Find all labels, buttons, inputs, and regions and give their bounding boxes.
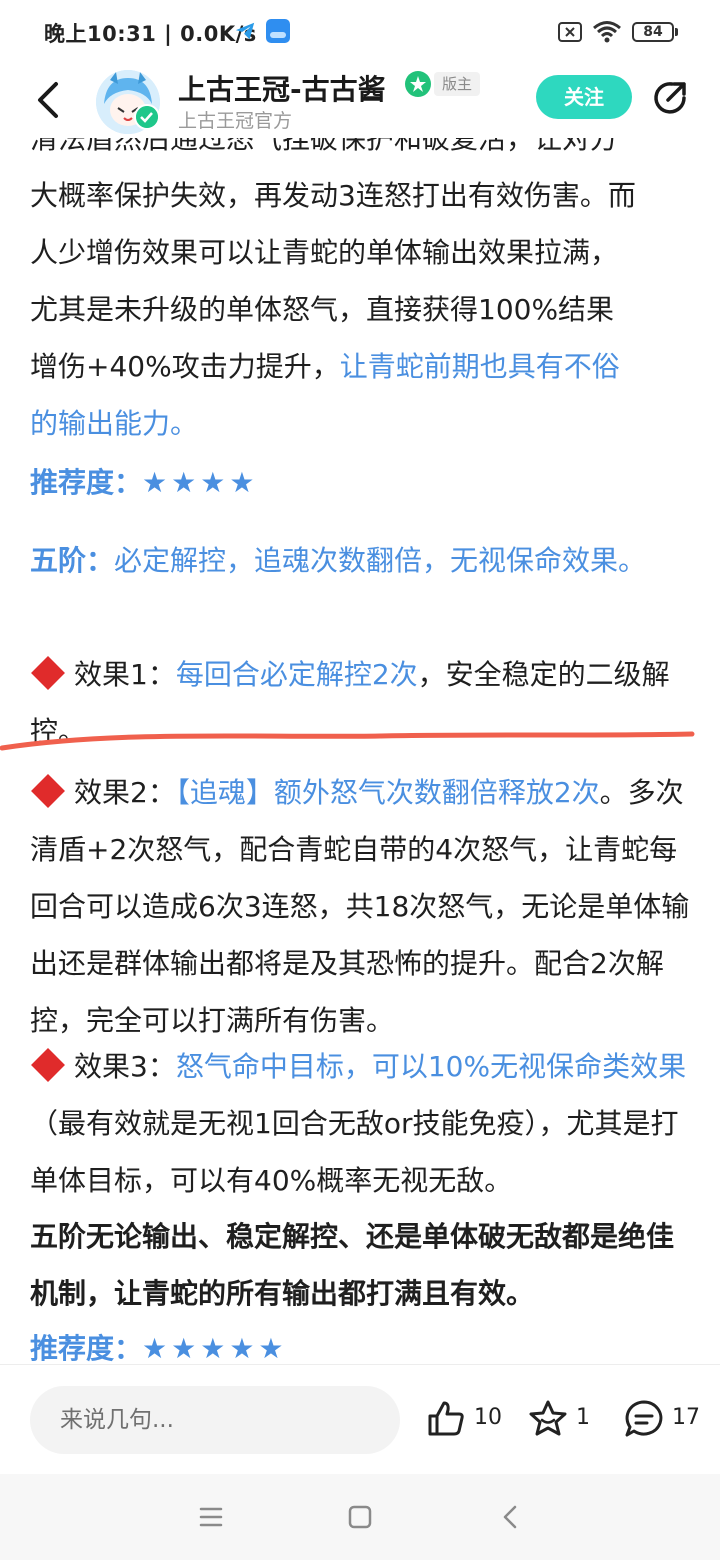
article-body: 清法盾然后通过怒气挂破保护和破复活，让对方 大概率保护失效，再发动3连怒打出有效… [0,138,720,1364]
recommend-label: 推荐度： [30,466,143,499]
rating-stars: ★★★★★ [142,1332,288,1364]
wifi-icon [593,21,621,43]
text-line: 增伤+40%攻击力提升， [30,350,340,383]
tier5-label: 五阶： [30,544,115,577]
follow-button[interactable]: 关注 [536,75,632,119]
comment-placeholder: 来说几句... [60,1407,174,1433]
verified-badge-icon [134,104,160,130]
recommend-label: 推荐度： [30,1332,143,1364]
status-bar: 晚上10:31 | 0.0K/s 84 [0,0,720,66]
system-nav-bar [0,1474,720,1560]
post-header: 上古王冠-古古酱 版主 上古王冠官方 关注 [0,66,720,138]
like-count: 10 [474,1405,502,1430]
recommend-rating: 推荐度：★★★★ [30,454,696,511]
article-paragraph: 清法盾然后通过怒气挂破保护和破复活，让对方 大概率保护失效，再发动3连怒打出有效… [30,138,696,452]
app-notification-icon [266,19,290,43]
text-line: 大概率保护失效，再发动3连怒打出有效伤害。而 [30,179,636,212]
tier5-text: 必定解控，追魂次数翻倍，无视保命效果。 [114,544,647,577]
diamond-bullet-icon [31,1048,65,1082]
highlight-text: 【追魂】额外怒气次数翻倍释放2次 [175,776,600,809]
battery-icon: 84 [632,22,678,42]
diamond-bullet-icon [31,774,65,808]
thumbs-up-icon [428,1401,464,1436]
author-name[interactable]: 上古王冠-古古酱 [178,68,386,108]
moderator-tag: 版主 [434,72,481,96]
hand-drawn-underline [0,731,695,751]
telegram-icon [235,22,255,40]
effect-label: 效果3： [74,1050,176,1083]
highlight-text: 让青蛇前期也具有不俗 [339,350,620,383]
effect-text: 。多次清盾+2次怒气，配合青蛇自带的4次怒气，让青蛇每回合可以造成6次3连怒，共… [30,776,690,1037]
tier5-heading: 五阶：必定解控，追魂次数翻倍，无视保命效果。 [30,532,696,589]
effect-label: 效果2： [74,776,176,809]
menu-icon[interactable] [198,1504,224,1530]
back-arrow-icon[interactable] [30,80,70,120]
text-line: 人少增伤效果可以让青蛇的单体输出效果拉满， [30,236,619,269]
effect-label: 效果1： [74,658,176,691]
rating-stars: ★★★★ [142,466,259,499]
favorite-count: 1 [576,1405,590,1430]
status-time: 晚上10:31 | 0.0K/s [44,22,257,46]
comment-count: 17 [672,1405,700,1430]
summary-text: 五阶无论输出、稳定解控、还是单体破无敌都是绝佳机制，让青蛇的所有输出都打满且有效… [30,1220,675,1310]
home-icon[interactable] [347,1504,373,1530]
effect-text: （最有效就是无视1回合无敌or技能免疫），尤其是打单体目标，可以有40%概率无视… [30,1107,679,1197]
highlight-text: 每回合必定解控2次 [175,658,418,691]
text-line: 清法盾然后通过怒气挂破保护和破复活，让对方 [30,138,619,155]
author-subtitle: 上古王冠官方 [178,110,293,132]
back-icon[interactable] [498,1504,524,1530]
comment-bubble-icon [625,1400,663,1437]
text-line: 尤其是未升级的单体怒气，直接获得100%结果 [30,293,615,326]
share-icon[interactable] [650,78,690,118]
star-icon [529,1400,567,1436]
level-badge-icon [405,71,431,97]
effect-item: 效果2：【追魂】额外怒气次数翻倍释放2次。多次清盾+2次怒气，配合青蛇自带的4次… [30,764,696,1049]
comment-input[interactable]: 来说几句... [30,1386,400,1454]
highlight-text: 怒气命中目标，可以10%无视保命类效果 [175,1050,687,1083]
bottom-action-bar: 来说几句... 10 1 17 [0,1364,720,1475]
highlight-text: 的输出能力。 [30,407,199,440]
diamond-bullet-icon [31,656,65,690]
recommend-rating: 推荐度：★★★★★ [30,1320,696,1364]
effect-item: 效果3：怒气命中目标，可以10%无视保命类效果 （最有效就是无视1回合无敌or技能… [30,1038,696,1209]
sim-off-icon [558,22,582,42]
